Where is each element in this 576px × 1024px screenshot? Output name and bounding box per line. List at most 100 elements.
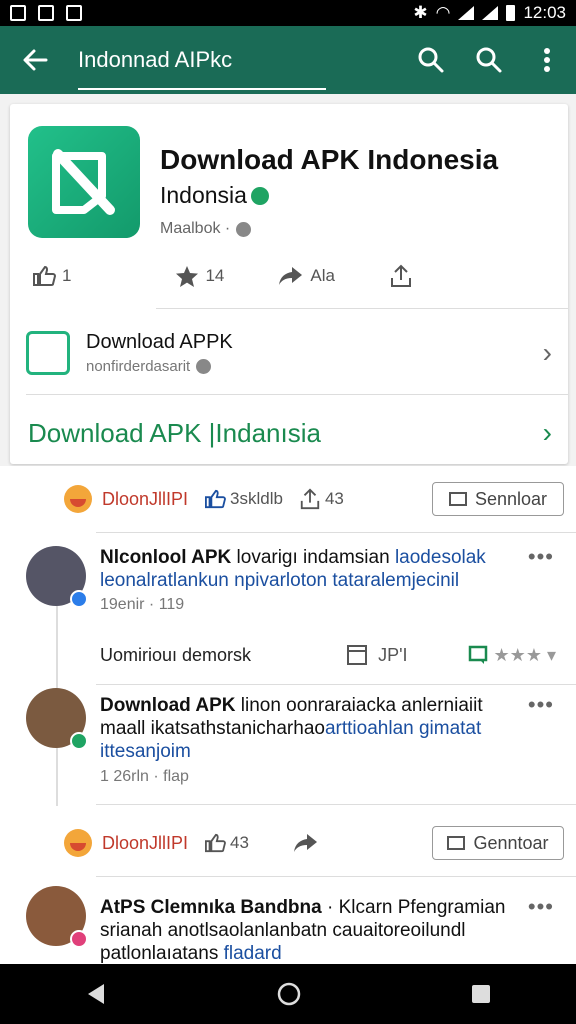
pages-group[interactable]: JP'I — [346, 644, 408, 666]
share-icon — [279, 267, 303, 285]
post-author[interactable]: Download APK — [100, 695, 235, 716]
thumbs-up-icon — [205, 489, 226, 509]
upload-action[interactable] — [389, 264, 419, 288]
search-button[interactable] — [402, 26, 460, 94]
like-count: 43 — [230, 833, 249, 852]
app-logo-icon — [52, 149, 115, 215]
like-action[interactable]: 1 — [32, 265, 71, 287]
star-count: 14 — [205, 266, 225, 285]
more-vert-icon — [544, 48, 550, 72]
star-action[interactable]: 14 — [175, 265, 224, 287]
emoji-icon — [64, 485, 92, 513]
reaction-row: DloonJllIPI 3skldlb 43 Sennloar — [64, 476, 564, 522]
developer-row[interactable]: Download APPK nonfirderdasarit › — [26, 318, 568, 388]
avatar[interactable] — [26, 886, 88, 948]
image-icon — [38, 5, 54, 21]
share-label: Ala — [310, 266, 335, 285]
signal-icon — [458, 6, 475, 20]
upload-icon — [300, 488, 320, 510]
status-bar: ✱ ◠ 12:03 — [0, 0, 576, 26]
back-arrow-icon — [23, 49, 48, 71]
nav-home-icon[interactable] — [276, 981, 302, 1007]
app-title: Download APK Indonesia — [160, 144, 499, 175]
notification-icons — [10, 5, 82, 21]
search-icon — [476, 47, 502, 73]
post-author[interactable]: Nlconlool APK — [100, 547, 231, 568]
battery-icon — [506, 5, 516, 21]
verified-badge-icon — [70, 590, 88, 608]
app-meta: Maalbok · — [160, 220, 252, 238]
share-group[interactable] — [293, 832, 319, 854]
card-actions: 1 14 Ala — [32, 264, 473, 288]
thumbs-up-icon — [205, 833, 226, 853]
overflow-menu-button[interactable] — [518, 26, 576, 94]
generate-button[interactable]: Sennloar — [432, 482, 564, 516]
developer-name: Download APPK — [86, 331, 233, 353]
app-subtitle-text: Indonsia — [160, 182, 247, 208]
pages-label: JP'I — [378, 644, 408, 665]
upload-icon — [390, 264, 411, 287]
reaction-name[interactable]: DloonJllIPI — [102, 489, 188, 510]
post-sub-row: Uomiriouı demorsk JP'I ★★★ ▾ — [100, 644, 556, 666]
back-button[interactable] — [0, 26, 70, 94]
developer-handle-row: nonfirderdasarit — [86, 358, 233, 375]
more-icon[interactable]: ••• — [528, 692, 554, 718]
post-timestamp: 19enir · 119 — [100, 596, 185, 613]
share-icon — [293, 834, 317, 852]
divider — [26, 394, 568, 395]
avatar[interactable] — [26, 546, 88, 608]
developer-logo-icon — [26, 331, 70, 375]
star-icon — [176, 266, 199, 287]
divider — [96, 876, 576, 877]
post-text: AtPS Clemnıka Bandbna · Klcarn Pfengrami… — [100, 896, 514, 964]
avatar[interactable] — [26, 688, 88, 750]
generate-button[interactable]: Genntoar — [432, 826, 564, 860]
rating-group[interactable]: ★★★ ▾ — [468, 645, 556, 666]
verified-icon — [250, 186, 269, 205]
stars-icon: ★★★ ▾ — [493, 644, 556, 665]
notification-icon — [10, 5, 26, 21]
globe-icon — [236, 221, 252, 237]
clock: 12:03 — [523, 3, 566, 22]
sub-label[interactable]: Uomiriouı demorsk — [100, 645, 251, 666]
more-icon[interactable]: ••• — [528, 544, 554, 570]
signal-icon-2 — [482, 6, 499, 20]
share-action[interactable]: Ala — [278, 265, 335, 287]
comment-icon — [468, 645, 487, 664]
window-icon — [448, 492, 467, 506]
emoji-icon — [64, 829, 92, 857]
page-icon — [347, 645, 368, 665]
search-button-2[interactable] — [460, 26, 518, 94]
verified-badge-icon — [70, 732, 88, 750]
post-body: lovarigı indamsian — [231, 547, 395, 568]
badge-icon — [70, 930, 88, 948]
search-underline — [78, 88, 326, 90]
nav-recents-icon[interactable] — [470, 983, 492, 1005]
nav-back-icon[interactable] — [84, 982, 108, 1006]
feed: DloonJllIPI 3skldlb 43 Sennloar Nlconloo… — [0, 466, 576, 964]
like-count: 3skldlb — [230, 489, 283, 508]
search-input[interactable] — [78, 47, 326, 73]
reaction-row: DloonJllIPI 43 Genntoar — [64, 820, 564, 866]
divider — [156, 308, 568, 309]
generate-button-label: Sennloar — [474, 488, 548, 509]
post-link[interactable]: fladard — [224, 943, 282, 964]
post-author[interactable]: AtPS Clemnıka Bandbna — [100, 897, 322, 918]
post-text: Nlconlool APK lovarigı indamsian laodeso… — [100, 546, 514, 592]
more-icon[interactable]: ••• — [528, 894, 554, 920]
search-icon — [418, 47, 444, 73]
like-count: 1 — [62, 266, 72, 285]
reaction-name[interactable]: DloonJllIPI — [102, 833, 188, 854]
post-timestamp: 1 26rln · flap — [100, 768, 189, 785]
app-meta-text: Maalbok · — [160, 220, 231, 237]
chevron-right-icon: › — [542, 417, 552, 448]
search-field[interactable] — [70, 26, 326, 94]
share-count-group[interactable]: 43 — [299, 488, 344, 510]
download-cta[interactable]: Download APK |Indanısia › — [28, 408, 552, 458]
app-logo — [28, 126, 140, 238]
like-count-group[interactable]: 3skldlb — [204, 489, 283, 509]
globe-icon — [196, 359, 212, 374]
like-count-group[interactable]: 43 — [204, 833, 249, 853]
chevron-right-icon: › — [542, 337, 552, 368]
developer-handle: nonfirderdasarit — [86, 358, 191, 375]
